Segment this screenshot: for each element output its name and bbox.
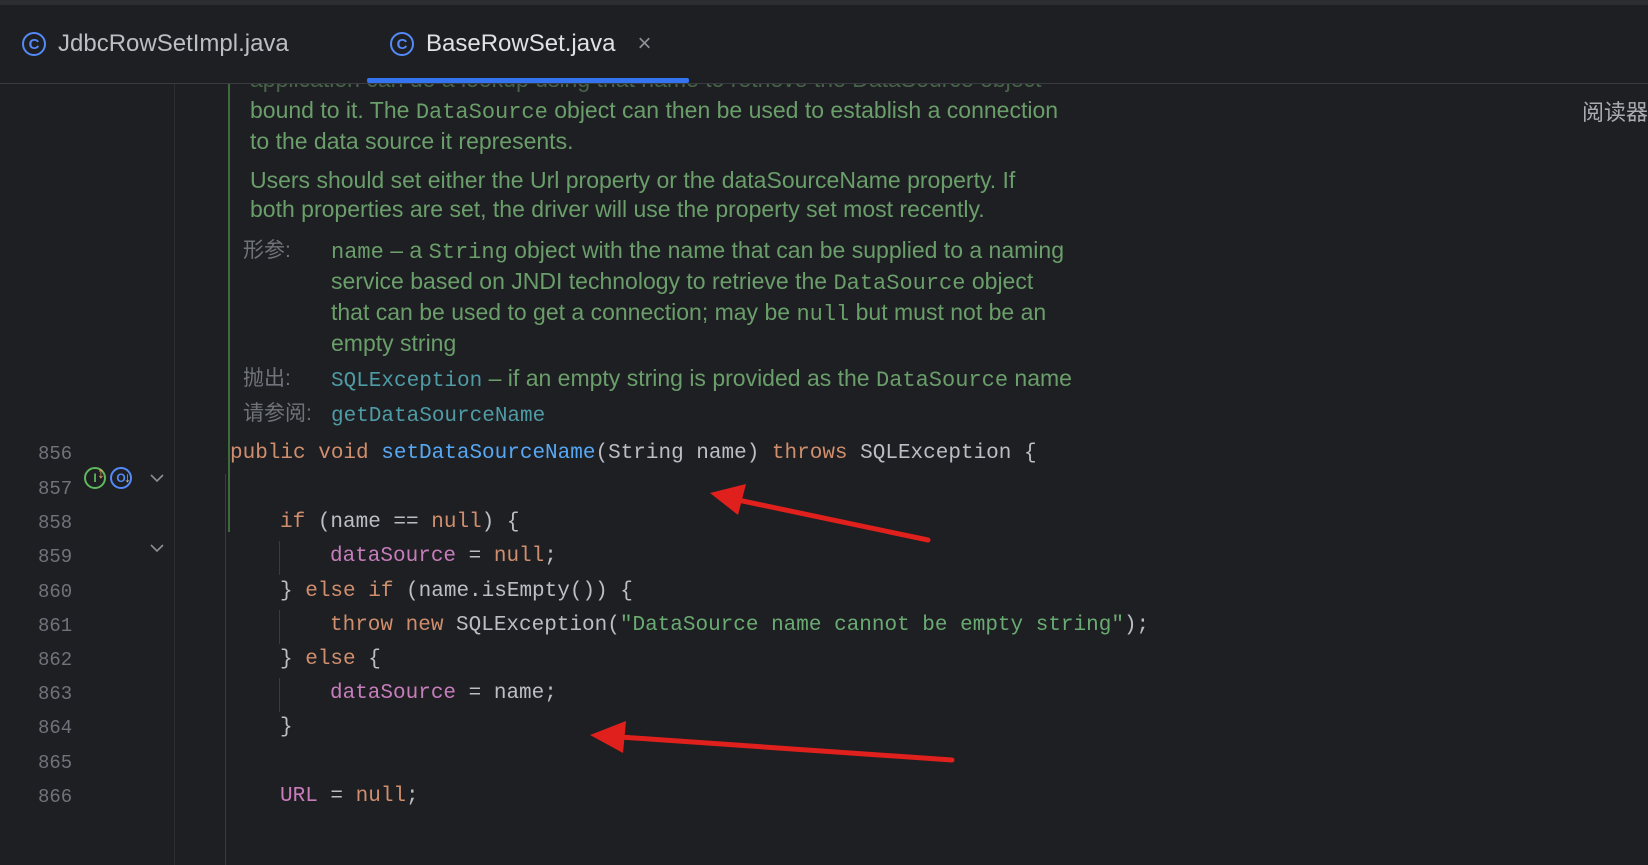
line-number: 864 (38, 717, 73, 739)
tab-label: JdbcRowSetImpl.java (58, 30, 289, 57)
param-tag: 形参: (243, 239, 291, 262)
code-line-864[interactable]: } (280, 710, 293, 746)
line-number: 859 (38, 546, 73, 568)
doc-paragraph-line: to the data source it represents. (250, 128, 574, 154)
line-number: 865 (38, 752, 73, 774)
indent-guide (225, 474, 226, 865)
class-icon: C (390, 32, 414, 56)
see-tag: 请参阅: (243, 402, 312, 425)
tab-baserowset[interactable]: C BaseRowSet.java × (390, 5, 651, 83)
code-line-859[interactable]: dataSource = null; (330, 539, 557, 575)
active-tab-indicator (367, 78, 689, 83)
getdatasourcename-link[interactable]: getDataSourceName (331, 405, 545, 428)
code-line-866[interactable]: URL = null; (280, 779, 419, 815)
fold-chevron-icon[interactable] (150, 540, 164, 556)
close-tab-icon[interactable]: × (637, 30, 651, 58)
indent-guide (279, 610, 280, 644)
code-line-856[interactable]: public void setDataSourceName(String nam… (230, 436, 1037, 472)
line-number: 856 (38, 443, 73, 465)
override-arrow-icon: ↓ (124, 469, 131, 485)
line-number: 861 (38, 615, 73, 637)
code-line-858[interactable]: if (name == null) { (280, 505, 519, 541)
implements-arrow-icon: ↕ (97, 465, 105, 482)
code-line-862[interactable]: } else { (280, 642, 381, 678)
fold-chevron-icon[interactable] (150, 470, 164, 486)
doc-paragraph-line: both properties are set, the driver will… (250, 196, 985, 222)
code-line-860[interactable]: } else if (name.isEmpty()) { (280, 574, 633, 610)
line-number: 857 (38, 478, 73, 500)
code-line-861[interactable]: throw new SQLException("DataSource name … (330, 608, 1149, 644)
line-number: 860 (38, 581, 73, 603)
doc-paragraph-line: bound to it. The DataSource object can t… (250, 97, 1059, 125)
code-line-863[interactable]: dataSource = name; (330, 676, 557, 712)
doc-cutoff-line: application can do a lookup using that n… (250, 84, 1170, 95)
line-number: 862 (38, 649, 73, 671)
code-editor[interactable]: application can do a lookup using that n… (175, 84, 1648, 865)
line-number: 863 (38, 683, 73, 705)
line-number: 866 (38, 786, 73, 808)
sqlexception-link[interactable]: SQLException (331, 370, 482, 393)
line-number: 858 (38, 512, 73, 534)
class-icon: C (22, 32, 46, 56)
tab-jdbcrowsetimpl[interactable]: C JdbcRowSetImpl.java (22, 5, 289, 83)
editor-tab-bar: C JdbcRowSetImpl.java C BaseRowSet.java … (0, 5, 1648, 84)
indent-guide (279, 541, 280, 575)
tab-label: BaseRowSet.java (426, 30, 616, 57)
indent-guide (279, 678, 280, 712)
doc-paragraph-line: Users should set either the Url property… (250, 167, 1016, 193)
throws-tag: 抛出: (243, 367, 291, 390)
